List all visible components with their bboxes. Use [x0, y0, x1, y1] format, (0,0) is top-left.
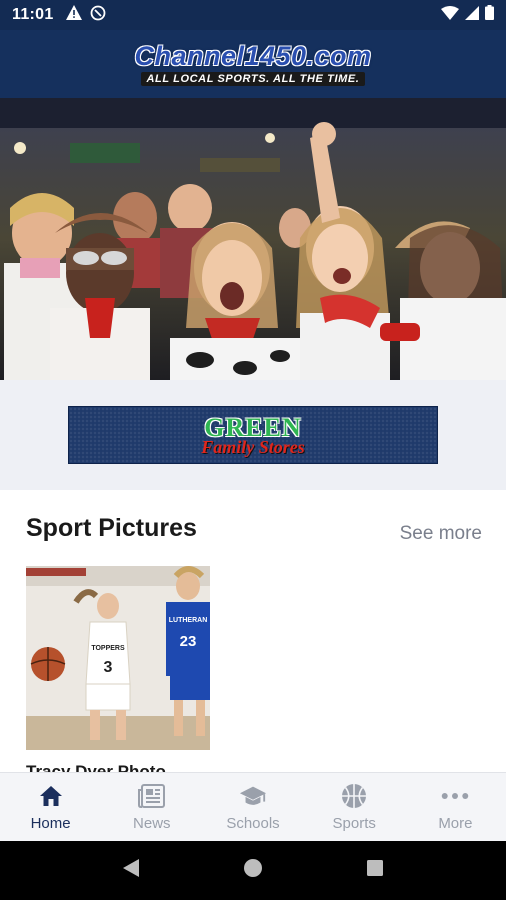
nav-item-home[interactable]: Home: [0, 773, 101, 841]
jersey-team-b: LUTHERAN: [169, 617, 208, 624]
data-saver-icon: [90, 5, 106, 26]
jersey-number-b: 23: [180, 633, 197, 650]
status-bar: 11:01: [0, 0, 506, 30]
bottom-nav: Home News Schools Sports More: [0, 772, 506, 841]
nav-label-news: News: [133, 815, 171, 832]
card-image: TOPPERS 3 LUTHERAN 23: [26, 566, 210, 750]
see-more-link[interactable]: See more: [400, 523, 482, 545]
sport-pictures-section: Sport Pictures See more TOPPERS 3 LUTHER…: [0, 490, 506, 772]
basketball-photo: TOPPERS 3 LUTHERAN 23: [26, 566, 210, 750]
basketball-icon: [340, 782, 368, 810]
nav-label-schools: Schools: [226, 815, 280, 832]
status-system-icons: [441, 5, 494, 25]
nav-item-news[interactable]: News: [101, 773, 202, 841]
signal-icon: [465, 5, 479, 25]
nav-label-home: Home: [30, 815, 71, 832]
nav-label-more: More: [438, 815, 473, 832]
nav-label-sports: Sports: [332, 815, 376, 832]
nav-item-schools[interactable]: Schools: [202, 773, 303, 841]
ad-banner[interactable]: GREEN Family Stores: [68, 406, 438, 464]
nav-item-sports[interactable]: Sports: [304, 773, 405, 841]
ad-area: GREEN Family Stores: [0, 380, 506, 490]
logo-title: Channel1450.com: [134, 40, 372, 71]
back-icon[interactable]: [122, 858, 140, 883]
section-title: Sport Pictures: [26, 514, 197, 542]
crowd-photo: [0, 98, 506, 380]
system-nav-bar: [0, 841, 506, 900]
home-circle-icon[interactable]: [243, 858, 263, 883]
status-notifications: [65, 5, 106, 26]
card-title: Tracy Dyer Photo: [26, 762, 166, 772]
photo-card[interactable]: TOPPERS 3 LUTHERAN 23 Tracy Dyer Photo: [26, 566, 210, 772]
home-icon: [37, 782, 65, 810]
status-time: 11:01: [12, 6, 54, 23]
alert-icon: [65, 5, 82, 25]
more-dots-icon: [441, 782, 469, 810]
jersey-number-a: 3: [104, 659, 113, 676]
jersey-team-a: TOPPERS: [91, 645, 125, 652]
graduation-cap-icon: [239, 782, 267, 810]
recents-icon[interactable]: [366, 859, 384, 882]
nav-item-more[interactable]: More: [405, 773, 506, 841]
logo-tagline: ALL LOCAL SPORTS. ALL THE TIME.: [140, 71, 366, 86]
ad-brand-subtitle: Family Stores: [201, 436, 305, 457]
hero-image[interactable]: [0, 98, 506, 380]
app-header: Channel1450.com ALL LOCAL SPORTS. ALL TH…: [0, 30, 506, 98]
battery-icon: [485, 5, 494, 25]
newspaper-icon: [137, 782, 166, 810]
wifi-icon: [441, 5, 459, 25]
